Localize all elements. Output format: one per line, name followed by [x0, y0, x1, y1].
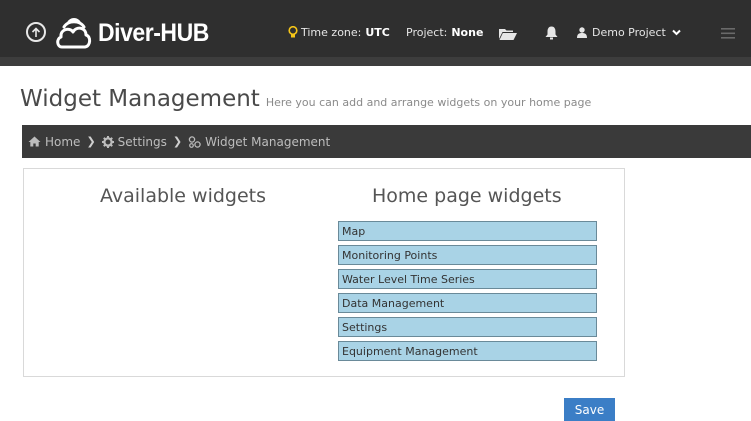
breadcrumb-settings-label: Settings	[117, 134, 167, 149]
folder-open-icon[interactable]	[499, 27, 517, 40]
breadcrumb-home[interactable]: Home	[28, 135, 80, 149]
widget-item-equipment-management[interactable]: Equipment Management	[338, 341, 597, 361]
top-navbar: Diver-HUB Time zone: UTC Project: None D…	[0, 0, 751, 66]
widget-item-water-level-time-series[interactable]: Water Level Time Series	[338, 269, 597, 289]
bell-icon[interactable]	[545, 26, 558, 40]
hamburger-menu-icon[interactable]	[721, 28, 735, 39]
page-header: Widget Management Here you can add and a…	[20, 86, 591, 112]
project-value: None	[451, 26, 484, 39]
available-widgets-title: Available widgets	[100, 185, 267, 207]
timezone-indicator[interactable]: Time zone: UTC	[288, 26, 390, 39]
navbar-stripe	[0, 57, 751, 66]
cog-icon	[101, 135, 114, 148]
page-title: Widget Management	[20, 86, 260, 112]
app-name: Diver-HUB	[98, 18, 209, 47]
breadcrumb-widget-management: Widget Management	[188, 135, 330, 149]
widget-item-map[interactable]: Map	[338, 221, 597, 241]
page-subtitle: Here you can add and arrange widgets on …	[265, 96, 592, 109]
widgets-icon	[188, 135, 201, 148]
chevron-down-icon	[672, 29, 681, 36]
breadcrumb-settings[interactable]: Settings	[101, 134, 167, 149]
user-menu[interactable]: Demo Project	[577, 26, 681, 39]
user-icon	[577, 27, 587, 38]
timezone-value: UTC	[365, 26, 390, 39]
chevron-right-icon: ❯	[172, 135, 183, 148]
cloud-logo-icon	[56, 18, 92, 49]
user-menu-label: Demo Project	[592, 26, 666, 39]
widget-item-settings[interactable]: Settings	[338, 317, 597, 337]
widget-item-monitoring-points[interactable]: Monitoring Points	[338, 245, 597, 265]
chevron-right-icon: ❯	[86, 135, 96, 148]
breadcrumb: Home ❯ Settings ❯ Widget Management	[22, 125, 751, 158]
home-widgets-list: Map Monitoring Points Water Level Time S…	[338, 221, 597, 365]
home-widgets-title: Home page widgets	[372, 185, 562, 207]
upload-icon[interactable]	[26, 22, 46, 42]
lightbulb-icon	[288, 26, 298, 38]
breadcrumb-widget-management-label: Widget Management	[205, 134, 331, 149]
project-label: Project:	[406, 26, 448, 39]
save-button[interactable]: Save	[564, 398, 615, 421]
widget-item-data-management[interactable]: Data Management	[338, 293, 597, 313]
project-indicator: Project: None	[406, 26, 483, 39]
home-icon	[28, 136, 41, 147]
timezone-label: Time zone:	[301, 26, 362, 39]
breadcrumb-home-label: Home	[45, 134, 81, 149]
app-logo[interactable]: Diver-HUB	[56, 13, 219, 53]
